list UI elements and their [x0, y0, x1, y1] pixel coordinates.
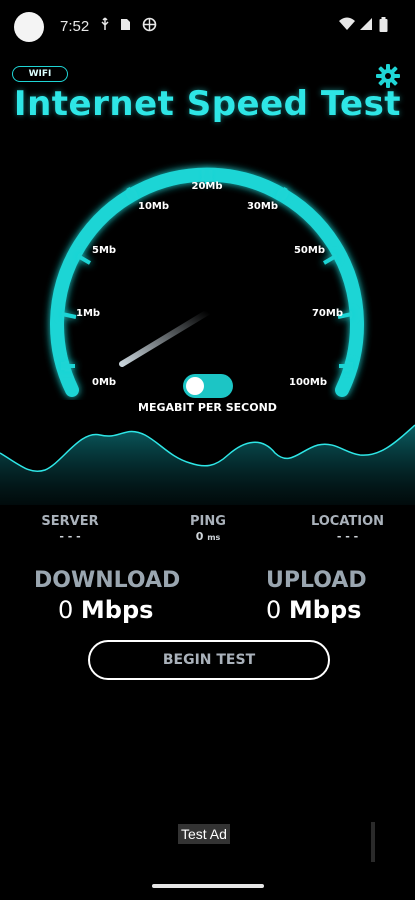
gauge-ticks: [61, 170, 353, 368]
gauge-mark-7: 70Mb: [312, 308, 343, 319]
location-value: - - -: [336, 530, 359, 543]
camera-cutout: [14, 12, 44, 42]
ping-info: PING 0 ms: [168, 514, 248, 543]
ping-unit: ms: [207, 533, 221, 542]
toggle-knob: [186, 377, 204, 395]
upload-unit: Mbps: [288, 596, 362, 624]
ping-value-row: 0 ms: [168, 530, 248, 543]
connection-type-badge: WIFI: [12, 66, 68, 82]
download-unit: Mbps: [80, 596, 154, 624]
scrollbar[interactable]: [371, 822, 375, 862]
ping-value: 0: [195, 530, 204, 543]
test-ad-banner[interactable]: Test Ad: [178, 824, 230, 844]
gauge-mark-5: 30Mb: [247, 201, 278, 212]
battery-icon: [379, 17, 388, 36]
gauge-mark-1: 1Mb: [76, 308, 100, 319]
upload-speed: 0 Mbps: [266, 596, 361, 624]
ping-label: PING: [190, 514, 226, 529]
status-time: 7:52: [60, 18, 90, 35]
location-label: LOCATION: [310, 514, 385, 529]
upload-value: 0: [266, 596, 282, 624]
upload-label: UPLOAD: [266, 568, 367, 593]
gauge-arc: [50, 167, 364, 397]
download-label: DOWNLOAD: [34, 568, 181, 593]
server-info: SERVER - - -: [30, 514, 110, 543]
gauge-mark-3: 10Mb: [138, 201, 169, 212]
vpn-globe-icon: [142, 17, 157, 36]
gauge-mark-6: 50Mb: [294, 245, 325, 256]
signal-icon: [359, 17, 373, 35]
app-title: Internet Speed Test: [13, 84, 402, 124]
wifi-icon: [339, 17, 355, 35]
usb-icon: [100, 17, 110, 35]
status-bar: 7:52: [0, 0, 415, 52]
gauge-mark-8: 100Mb: [289, 377, 327, 388]
download-speed: 0 Mbps: [58, 596, 153, 624]
gauge-needle: [119, 309, 211, 367]
server-label: SERVER: [41, 514, 99, 529]
gesture-nav-bar[interactable]: [152, 884, 264, 888]
speedometer-gauge: 0Mb 1Mb 5Mb 10Mb 20Mb 30Mb 50Mb 70Mb 100…: [50, 167, 364, 397]
gauge-mark-0: 0Mb: [92, 377, 116, 388]
sim-card-icon: [120, 17, 131, 35]
server-value: - - -: [59, 530, 81, 543]
begin-test-button[interactable]: BEGIN TEST: [88, 640, 330, 680]
gauge-mark-2: 5Mb: [92, 245, 116, 256]
speed-wave-graph: [0, 424, 415, 505]
download-value: 0: [58, 596, 74, 624]
gauge-mark-4: 20Mb: [191, 181, 222, 192]
location-info: LOCATION - - -: [300, 514, 395, 543]
